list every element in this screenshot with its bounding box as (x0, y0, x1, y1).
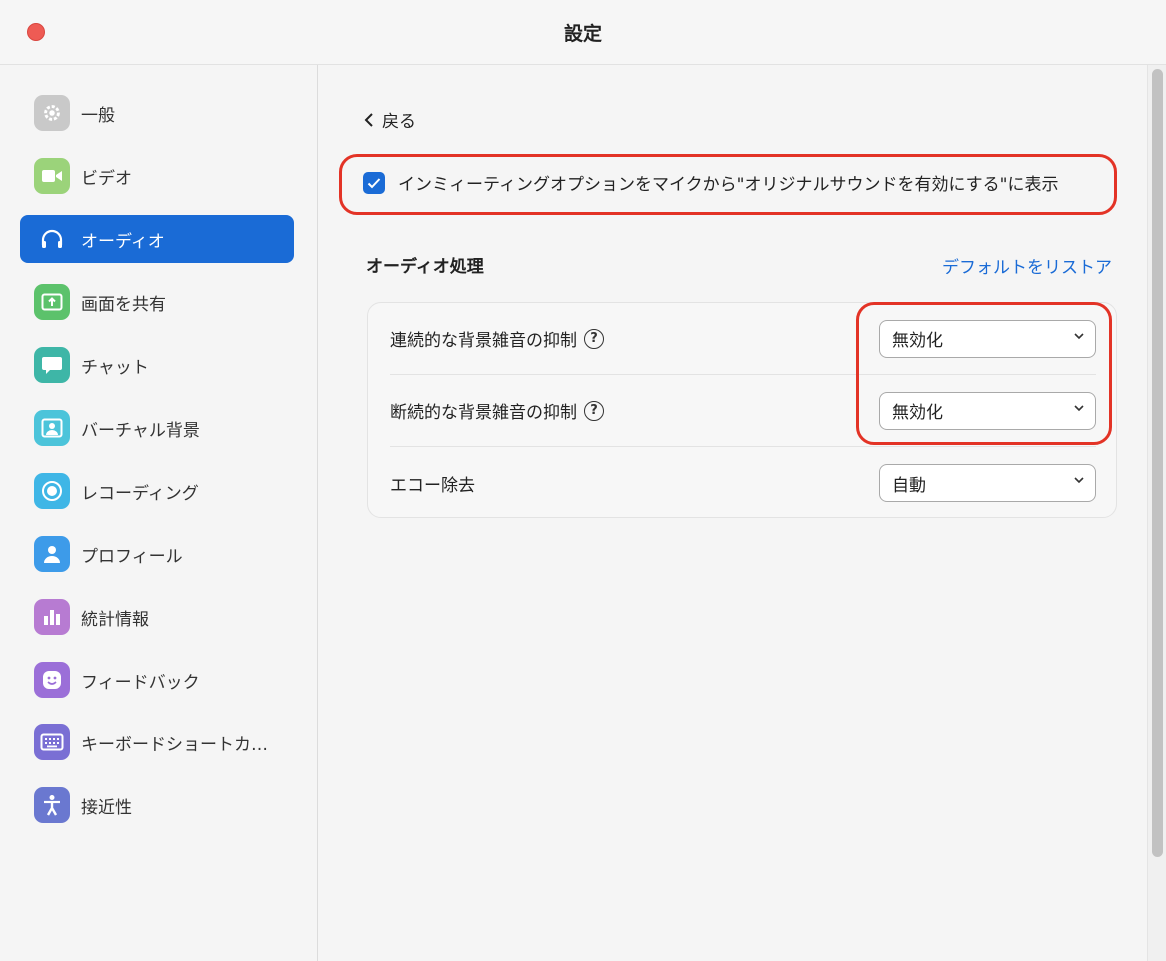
original-sound-label: インミィーティングオプションをマイクから"オリジナルサウンドを有効にする"に表示 (398, 175, 1059, 195)
sidebar-item-virtual-background[interactable]: バーチャル背景 (20, 404, 294, 452)
original-sound-option[interactable]: インミィーティングオプションをマイクから"オリジナルサウンドを有効にする"に表示 (363, 170, 1058, 195)
checkmark-icon (367, 177, 381, 188)
sidebar-item-feedback[interactable]: フィードバック (20, 656, 294, 704)
main-panel: 戻る インミィーティングオプションをマイクから"オリジナルサウンドを有効にする"… (319, 65, 1147, 961)
intermittent-noise-label: 断続的な背景雑音の抑制 ? (390, 398, 604, 423)
row-label-text: 断続的な背景雑音の抑制 (390, 403, 577, 423)
headphones-icon (34, 221, 70, 257)
restore-defaults-link[interactable]: デフォルトをリストア (942, 253, 1112, 278)
sidebar-item-keyboard-shortcuts[interactable]: キーボードショートカ… (20, 718, 294, 766)
video-camera-icon (34, 158, 70, 194)
scrollbar-thumb[interactable] (1152, 69, 1163, 857)
sidebar-item-label: オーディオ (81, 231, 165, 252)
annotation-highlight-selects (856, 302, 1112, 445)
sidebar-item-general[interactable]: 一般 (20, 89, 294, 137)
back-button[interactable]: 戻る (364, 107, 416, 132)
sidebar-item-label: フィードバック (81, 672, 200, 693)
share-screen-icon (34, 284, 70, 320)
row-label-text: エコー除去 (390, 475, 475, 496)
sidebar-item-label: チャット (81, 357, 149, 378)
row-label-text: 連続的な背景雑音の抑制 (390, 331, 577, 351)
sidebar-item-label: バーチャル背景 (81, 420, 200, 441)
back-label: 戻る (382, 112, 416, 132)
sidebar-item-label: レコーディング (81, 483, 199, 504)
window-title: 設定 (563, 23, 602, 45)
original-sound-checkbox[interactable] (363, 171, 385, 194)
select-value: 自動 (892, 475, 926, 496)
chevron-left-icon (364, 112, 373, 127)
echo-cancellation-select[interactable]: 自動 (879, 464, 1096, 502)
sidebar-item-label: 接近性 (81, 797, 132, 818)
person-background-icon (34, 410, 70, 446)
sidebar-item-label: 統計情報 (81, 609, 149, 630)
sidebar-item-label: 画面を共有 (81, 294, 166, 315)
sidebar: 一般 ビデオ オーディオ 画面を共有 チャット バーチャル背景 レコーディング … (0, 65, 318, 961)
sidebar-item-label: ビデオ (81, 168, 132, 189)
sidebar-item-statistics[interactable]: 統計情報 (20, 593, 294, 641)
chevron-down-icon (1074, 477, 1084, 484)
sidebar-item-label: 一般 (81, 105, 115, 126)
sidebar-item-audio[interactable]: オーディオ (20, 215, 294, 263)
echo-cancellation-row: エコー除去 自動 (390, 447, 1096, 519)
help-icon[interactable]: ? (584, 400, 604, 421)
sidebar-item-recording[interactable]: レコーディング (20, 467, 294, 515)
persistent-noise-label: 連続的な背景雑音の抑制 ? (390, 326, 604, 351)
sidebar-item-video[interactable]: ビデオ (20, 152, 294, 200)
title-bar: 設定 (0, 0, 1166, 65)
sidebar-item-share-screen[interactable]: 画面を共有 (20, 278, 294, 326)
vertical-scrollbar[interactable] (1147, 65, 1166, 961)
chat-bubble-icon (34, 347, 70, 383)
audio-processing-heading: オーディオ処理 (366, 257, 484, 277)
echo-cancellation-label: エコー除去 (390, 471, 475, 496)
bar-chart-icon (34, 599, 70, 635)
profile-icon (34, 536, 70, 572)
keyboard-icon (34, 724, 70, 760)
help-icon[interactable]: ? (584, 328, 604, 349)
sidebar-item-label: プロフィール (81, 546, 183, 567)
smile-icon (34, 662, 70, 698)
record-icon (34, 473, 70, 509)
sidebar-item-profile[interactable]: プロフィール (20, 530, 294, 578)
sidebar-item-label: キーボードショートカ… (81, 734, 268, 755)
gear-icon (34, 95, 70, 131)
accessibility-icon (34, 787, 70, 823)
sidebar-item-accessibility[interactable]: 接近性 (20, 781, 294, 829)
sidebar-item-chat[interactable]: チャット (20, 341, 294, 389)
